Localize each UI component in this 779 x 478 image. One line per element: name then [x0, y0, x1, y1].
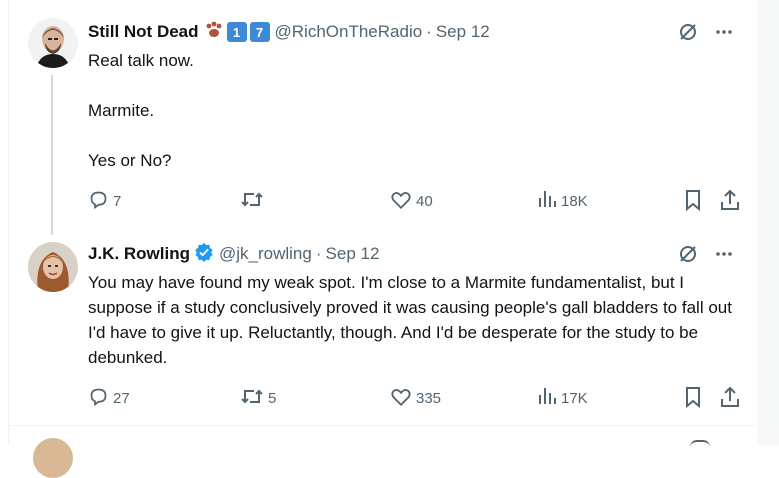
like-count: 40 [416, 193, 433, 210]
analytics-icon [537, 386, 557, 410]
retweet-icon [240, 386, 264, 411]
verified-badge-icon [194, 242, 214, 267]
avatar[interactable] [28, 18, 78, 68]
tweet-header: Still Not Dead 1 7 @RichOnTheRadio · Sep… [88, 21, 490, 43]
views-button[interactable]: 17K [537, 386, 588, 410]
reply-count: 27 [113, 390, 130, 407]
analytics-icon [537, 189, 557, 213]
author-name[interactable]: Still Not Dead [88, 22, 199, 42]
share-icon [720, 189, 740, 215]
reply-count: 7 [113, 193, 122, 210]
timestamp[interactable]: Sep 12 [326, 244, 380, 264]
reply-button[interactable]: 7 [88, 189, 121, 214]
views-count: 18K [561, 192, 588, 210]
tweet-text: You may have found my weak spot. I'm clo… [88, 273, 737, 367]
share-button[interactable] [720, 386, 740, 412]
bookmark-button[interactable] [684, 386, 702, 412]
retweet-button[interactable]: 5 [240, 386, 276, 411]
bookmark-button[interactable] [684, 189, 702, 215]
next-tweet-avatar-partial[interactable] [33, 438, 73, 478]
retweet-count: 5 [268, 390, 277, 407]
heart-icon [390, 189, 412, 214]
reply-icon [88, 189, 109, 214]
reply-icon [88, 386, 109, 411]
tweet-1[interactable]: Still Not Dead 1 7 @RichOnTheRadio · Sep… [8, 0, 756, 235]
more-options-icon[interactable] [714, 22, 734, 47]
next-tweet-icon-partial [690, 440, 710, 447]
grok-icon[interactable] [678, 22, 698, 47]
tweet-2[interactable]: J.K. Rowling @jk_rowling · Sep 12 You ma… [8, 235, 756, 425]
grok-icon[interactable] [678, 244, 698, 269]
thread-connector [51, 75, 53, 235]
like-button[interactable]: 335 [390, 386, 441, 411]
heart-icon [390, 386, 412, 411]
separator-dot: · [315, 244, 322, 263]
separator-dot: · [426, 22, 432, 41]
author-name[interactable]: J.K. Rowling [88, 244, 190, 264]
tweet-text: Real talk now. Marmite. Yes or No? [88, 51, 194, 170]
paw-emoji-icon [204, 21, 224, 44]
left-gutter [0, 0, 8, 445]
views-count: 17K [561, 389, 588, 407]
number-badge-1: 1 [226, 22, 247, 42]
views-button[interactable]: 18K [537, 189, 588, 213]
right-gutter [757, 0, 779, 445]
author-handle[interactable]: @jk_rowling [219, 244, 312, 264]
like-button[interactable]: 40 [390, 189, 433, 214]
tweet-actions: 7 40 18K [88, 189, 748, 213]
bookmark-icon [684, 189, 702, 215]
tweet-header: J.K. Rowling @jk_rowling · Sep 12 [88, 242, 380, 267]
share-button[interactable] [720, 189, 740, 215]
retweet-button[interactable] [240, 189, 268, 214]
tweet-actions: 27 5 335 17K [88, 386, 748, 410]
tweet-divider [8, 425, 756, 426]
timestamp[interactable]: Sep 12 [436, 22, 490, 42]
bookmark-icon [684, 386, 702, 412]
tweet-top-actions [678, 244, 734, 269]
share-icon [720, 386, 740, 412]
retweet-icon [240, 189, 264, 214]
number-badge-7: 7 [249, 22, 270, 42]
tweet-top-actions [678, 22, 734, 47]
like-count: 335 [416, 390, 442, 407]
avatar[interactable] [28, 242, 78, 292]
reply-button[interactable]: 27 [88, 386, 130, 411]
more-options-icon[interactable] [714, 244, 734, 269]
author-handle[interactable]: @RichOnTheRadio [275, 22, 423, 42]
